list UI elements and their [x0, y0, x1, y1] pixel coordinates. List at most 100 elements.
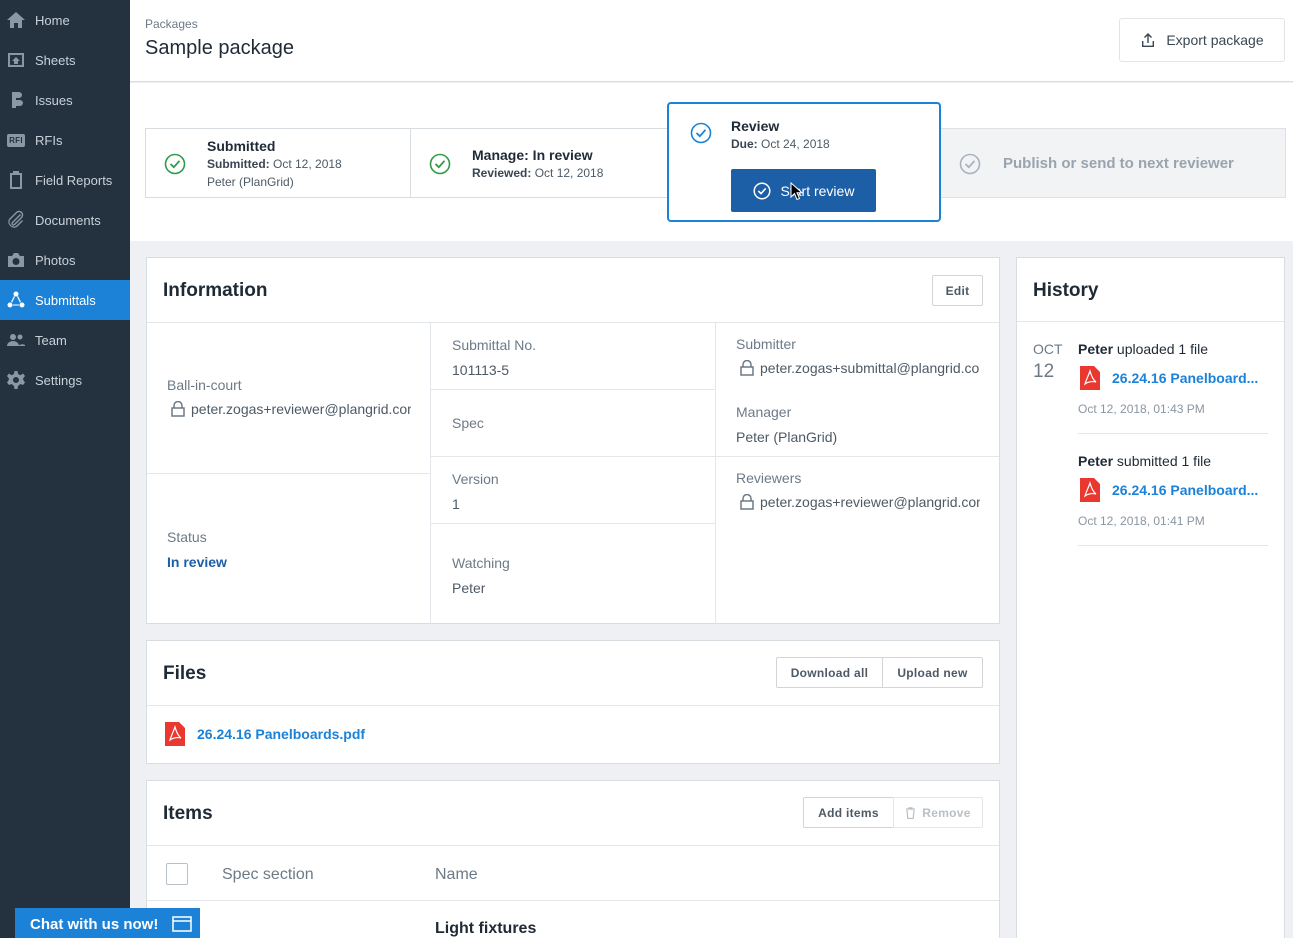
column-spec-section[interactable]: Spec section — [222, 866, 314, 884]
divider — [715, 323, 716, 624]
lock-icon — [171, 401, 185, 417]
remove-label: Remove — [922, 805, 971, 820]
sidebar-item-field-reports[interactable]: Field Reports — [0, 160, 130, 200]
sidebar-item-label: Documents — [35, 212, 101, 228]
information-card: Information Edit Ball-in-court peter.zog… — [146, 257, 1000, 624]
sidebar-item-label: Settings — [35, 372, 82, 388]
version-label: Version — [452, 471, 499, 487]
paperclip-icon — [5, 209, 27, 231]
history-title: History — [1033, 280, 1099, 301]
divider — [1078, 433, 1268, 434]
issues-icon — [5, 89, 27, 111]
ball-in-court-value: peter.zogas+reviewer@plangrid.com — [171, 401, 411, 417]
step-manage: Manage: In review Reviewed: Oct 12, 2018 — [410, 128, 670, 198]
divider — [430, 323, 431, 624]
divider — [147, 705, 999, 706]
step-date: Reviewed: Oct 12, 2018 — [472, 166, 604, 180]
history-time: Oct 12, 2018, 01:41 PM — [1078, 514, 1205, 528]
history-entry-text: Peter uploaded 1 file — [1078, 341, 1208, 357]
divider — [431, 523, 715, 524]
home-icon — [5, 9, 27, 31]
sidebar-item-label: Sheets — [35, 52, 76, 68]
step-publish: Publish or send to next reviewer — [940, 128, 1286, 198]
download-all-button[interactable]: Download all — [776, 657, 883, 688]
sidebar-item-rfis[interactable]: RFI RFIs — [0, 120, 130, 160]
files-card: Files Download all Upload new 26.24.16 P… — [146, 640, 1000, 764]
chat-button[interactable]: Chat with us now! — [15, 908, 200, 938]
upload-new-button[interactable]: Upload new — [882, 657, 983, 688]
history-entry-text: Peter submitted 1 file — [1078, 453, 1212, 469]
pdf-icon — [1080, 478, 1100, 502]
divider — [431, 389, 715, 390]
lock-icon — [740, 494, 754, 510]
remove-button[interactable]: Remove — [893, 797, 983, 828]
sidebar-item-photos[interactable]: Photos — [0, 240, 130, 280]
ball-in-court-label: Ball-in-court — [167, 377, 242, 393]
sidebar-item-issues[interactable]: Issues — [0, 80, 130, 120]
manager-label: Manager — [736, 404, 792, 420]
version-value: 1 — [452, 496, 460, 512]
divider — [147, 473, 430, 474]
watching-value: Peter — [452, 580, 486, 596]
status-value: In review — [167, 554, 227, 570]
upload-icon — [1142, 33, 1155, 47]
pdf-icon — [165, 722, 185, 746]
step-submitter: Peter (PlanGrid) — [207, 175, 294, 189]
breadcrumb[interactable]: Packages — [145, 17, 198, 31]
history-file[interactable]: 26.24.16 Panelboard... — [1080, 478, 1258, 502]
step-date: Submitted: Oct 12, 2018 — [207, 157, 342, 171]
history-time: Oct 12, 2018, 01:43 PM — [1078, 402, 1205, 416]
sidebar-item-label: Submittals — [35, 292, 96, 308]
watching-label: Watching — [452, 555, 510, 571]
sidebar-item-label: RFIs — [35, 132, 63, 148]
item-name: Light fixtures — [435, 920, 537, 937]
history-card: History OCT 12 Peter uploaded 1 file 26.… — [1016, 257, 1285, 938]
sidebar-item-label: Issues — [35, 92, 73, 108]
select-all-checkbox[interactable] — [166, 863, 188, 885]
edit-button[interactable]: Edit — [932, 275, 983, 306]
trash-icon — [906, 806, 916, 819]
reviewers-value: peter.zogas+reviewer@plangrid.com — [740, 494, 980, 510]
step-title: Review — [731, 118, 780, 134]
sidebar-item-label: Photos — [35, 252, 76, 268]
status-label: Status — [167, 529, 207, 545]
sidebar-item-settings[interactable]: Settings — [0, 360, 130, 400]
rfi-icon: RFI — [7, 133, 25, 147]
sidebar-item-home[interactable]: Home — [0, 0, 130, 40]
sidebar-item-label: Field Reports — [35, 172, 113, 188]
divider — [1078, 545, 1268, 546]
sidebar-item-submittals[interactable]: Submittals — [0, 280, 130, 320]
file-row[interactable]: 26.24.16 Panelboards.pdf — [165, 722, 365, 746]
page-title: Sample package — [145, 37, 294, 59]
sheets-icon — [5, 49, 27, 71]
submitter-label: Submitter — [736, 336, 796, 352]
column-name[interactable]: Name — [435, 866, 478, 884]
clipboard-icon — [5, 169, 27, 191]
divider — [1017, 321, 1284, 322]
sidebar-item-documents[interactable]: Documents — [0, 200, 130, 240]
check-circle-icon — [164, 153, 186, 175]
check-circle-icon — [429, 153, 451, 175]
chat-window-icon — [172, 916, 192, 932]
sidebar-item-label: Team — [35, 332, 67, 348]
step-submitted: Submitted Submitted: Oct 12, 2018 Peter … — [145, 128, 411, 198]
sidebar-item-sheets[interactable]: Sheets — [0, 40, 130, 80]
sidebar-item-team[interactable]: Team — [0, 320, 130, 360]
add-items-button[interactable]: Add items — [803, 797, 894, 828]
step-title: Publish or send to next reviewer — [1003, 155, 1234, 172]
step-title: Submitted — [207, 138, 276, 154]
step-title: Manage: In review — [472, 147, 593, 163]
team-icon — [5, 329, 27, 351]
sidebar: Home Sheets Issues RFI RFIs Field Report… — [0, 0, 130, 938]
history-file-link[interactable]: 26.24.16 Panelboard... — [1112, 482, 1258, 498]
items-card: Items Add items Remove Spec section Name… — [146, 780, 1000, 938]
file-link[interactable]: 26.24.16 Panelboards.pdf — [197, 726, 365, 742]
submittal-no-label: Submittal No. — [452, 337, 537, 353]
files-title: Files — [163, 663, 207, 684]
divider — [147, 322, 999, 323]
export-package-button[interactable]: Export package — [1119, 18, 1285, 62]
lock-icon — [740, 360, 754, 376]
history-file-link[interactable]: 26.24.16 Panelboard... — [1112, 370, 1258, 386]
divider — [147, 845, 999, 846]
history-file[interactable]: 26.24.16 Panelboard... — [1080, 366, 1258, 390]
